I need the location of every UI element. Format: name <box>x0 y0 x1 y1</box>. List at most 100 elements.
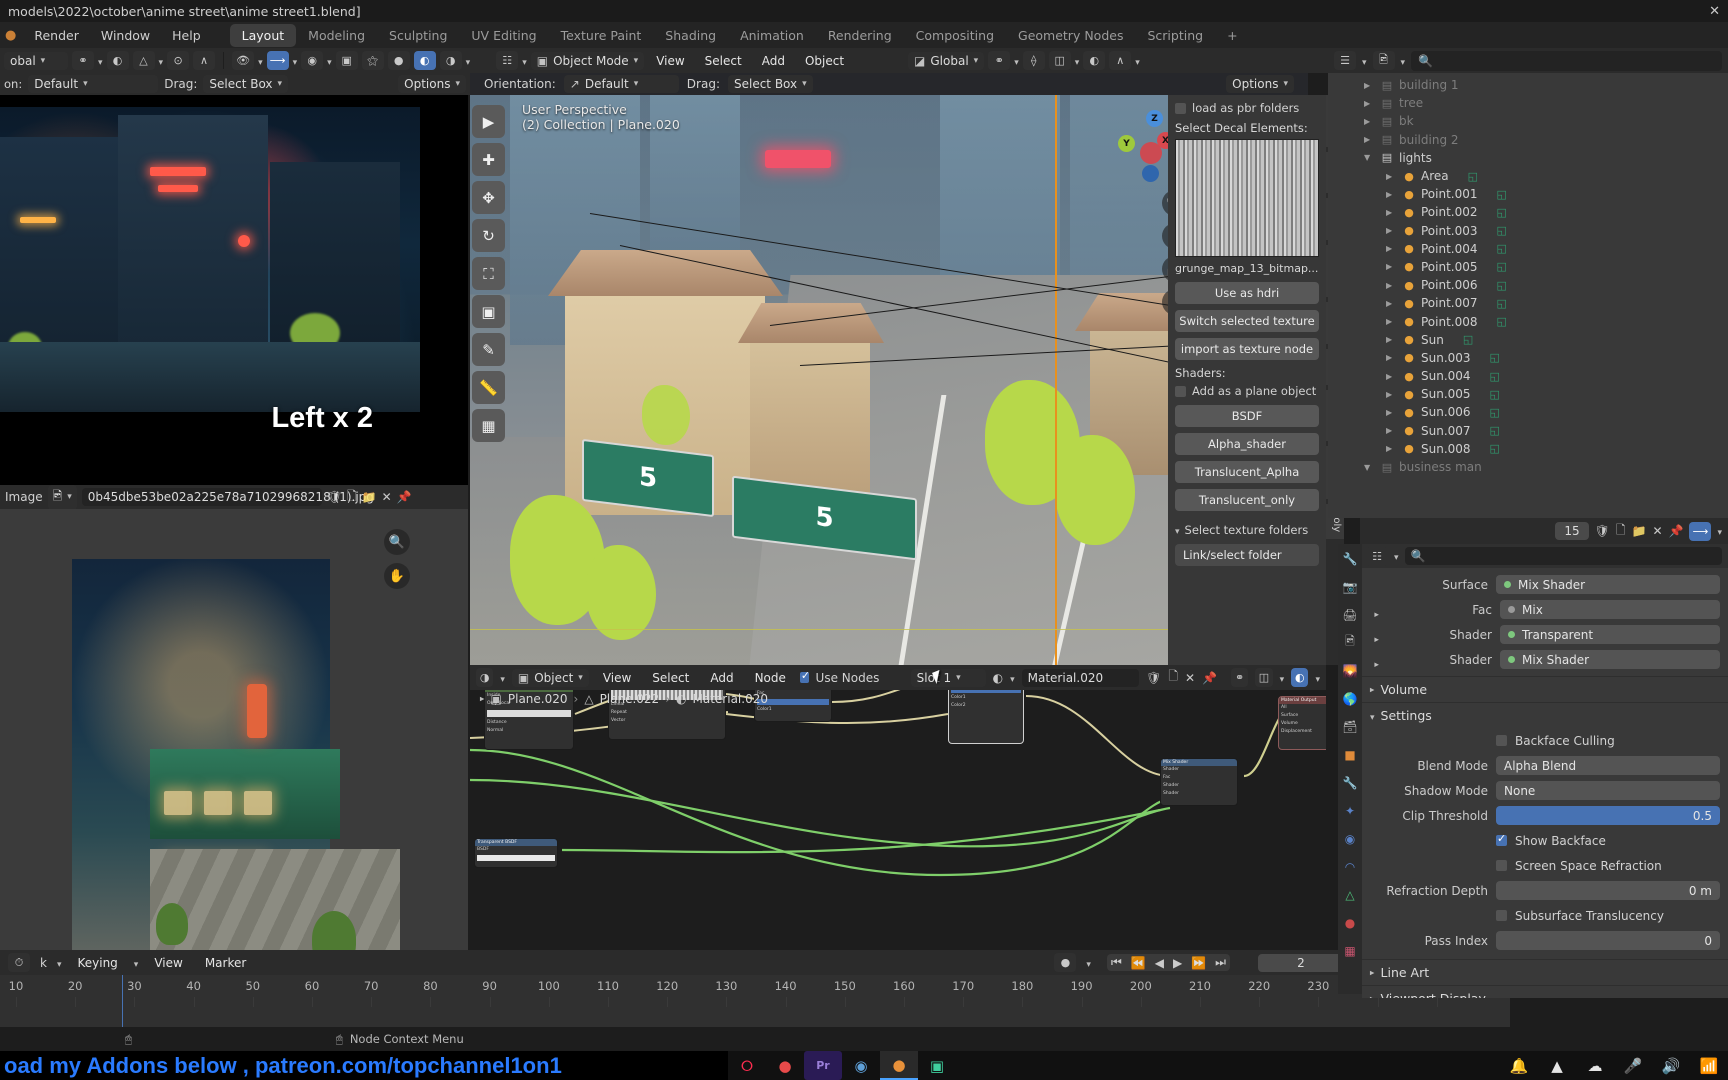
chevron-right-icon[interactable]: ▶ <box>1386 190 1397 199</box>
shader1-value[interactable]: Transparent <box>1500 625 1720 644</box>
timeline-ruler[interactable]: 10 20 30 40 50 60 70 80 90 100 110 120 130 140 150 160 1… <box>0 975 1510 1007</box>
transform-icon[interactable]: ▣ <box>472 295 505 328</box>
tab-tool-icon[interactable]: 🔧 <box>1342 550 1359 567</box>
tab-render-icon[interactable]: 📷 <box>1342 578 1359 595</box>
measure-icon[interactable]: 📏 <box>472 371 505 404</box>
properties-filter-icon[interactable]: ☷ <box>1366 546 1388 566</box>
material-users-count[interactable]: 15 <box>1555 522 1589 540</box>
node-shading-icon[interactable]: ◐ <box>1291 668 1309 687</box>
light-data-icon[interactable]: ◱ <box>1497 315 1507 328</box>
light-data-icon[interactable]: ◱ <box>1490 424 1500 437</box>
outliner-row[interactable]: ▶ ● Point.003 ◱ <box>1328 222 1728 240</box>
properties-tab-column[interactable]: 🔧 📷 🖨 🖻 🌄 🌎 🗃 ■ 🔧 ✦ ◉ ◠ △ ● ▦ <box>1338 544 1362 994</box>
overlay-chevron-icon[interactable] <box>327 54 332 68</box>
chevron-right-icon[interactable]: ▶ <box>1386 390 1397 399</box>
outliner-row[interactable]: ▶ ● Sun.007 ◱ <box>1328 422 1728 440</box>
show-backface-checkbox[interactable] <box>1496 832 1507 846</box>
image-browse-icon[interactable]: 🖻 <box>47 484 77 510</box>
import-as-texture-node-button[interactable]: import as texture node <box>1175 338 1319 360</box>
breadcrumb-mesh[interactable]: Plane.022 <box>600 692 660 706</box>
light-data-icon[interactable]: ◱ <box>1490 351 1500 364</box>
node-ao-color-swatch[interactable] <box>487 710 571 717</box>
outliner-row[interactable]: ▶ ● Point.001 ◱ <box>1328 185 1728 203</box>
chevron-right-icon[interactable]: ▶ <box>1386 317 1397 326</box>
shading-solid-icon[interactable]: ● <box>387 51 410 70</box>
shader1-expand-icon[interactable] <box>1372 628 1382 642</box>
outliner-row[interactable]: ▶ ● Sun.004 ◱ <box>1328 367 1728 385</box>
chevron-right-icon[interactable]: ▶ <box>1386 353 1397 362</box>
autokey-chevron-icon[interactable] <box>1086 956 1091 970</box>
chevron-right-icon[interactable]: ▶ <box>1386 408 1397 417</box>
workspace-tab-rendering[interactable]: Rendering <box>816 24 904 47</box>
decal-thumbnail[interactable] <box>1175 139 1319 257</box>
rotate-icon[interactable]: ↻ <box>472 219 505 252</box>
folder-icon[interactable]: 📁 <box>1632 524 1647 538</box>
orientation-dropdown[interactable]: ↗ Default <box>563 75 679 93</box>
viewport-snapmode-chevron-icon[interactable] <box>1075 54 1080 68</box>
close-x-icon[interactable]: ✕ <box>1185 671 1195 685</box>
light-data-icon[interactable]: ◱ <box>1490 388 1500 401</box>
app-s-icon[interactable]: ● <box>766 1051 804 1080</box>
line-art-section[interactable]: Line Art <box>1362 959 1728 985</box>
left-options-dropdown[interactable]: Options <box>398 75 466 93</box>
node-snap-icon[interactable]: ⚭ <box>1231 668 1249 687</box>
shading-material-icon[interactable]: ◐ <box>413 51 436 70</box>
outliner-editor-type-icon[interactable]: ☰ <box>1334 51 1356 70</box>
pass-index-value[interactable]: 0 <box>1496 931 1720 950</box>
gizmo-axis-z[interactable]: Z <box>1146 110 1163 127</box>
annotate-icon[interactable]: ✎ <box>472 333 505 366</box>
viewport-menu-object[interactable]: Object <box>797 52 852 70</box>
prev-keyframe-icon[interactable]: ⏪ <box>1131 956 1146 970</box>
workspace-tab-scripting[interactable]: Scripting <box>1135 24 1215 47</box>
shader-menu-node[interactable]: Node <box>748 669 793 687</box>
cursor-icon[interactable]: ✚ <box>472 143 505 176</box>
blend-mode-value[interactable]: Alpha Blend <box>1496 756 1720 775</box>
add-cube-icon[interactable]: ▦ <box>472 409 505 442</box>
viewport-menu-add[interactable]: Add <box>754 52 793 70</box>
window-close-icon[interactable]: ✕ <box>1709 4 1720 19</box>
render-preview-panel[interactable]: Left x 2 <box>0 95 468 485</box>
addon-side-panel[interactable]: load as pbr folders Select Decal Element… <box>1168 95 1326 665</box>
left-orientation-dropdown[interactable]: obal <box>4 51 68 70</box>
tab-collection-icon[interactable]: 🗃 <box>1342 718 1359 735</box>
premiere-icon[interactable]: Pr <box>804 1051 842 1080</box>
interaction-mode-dropdown[interactable]: ▣ Object Mode <box>530 51 645 70</box>
play-icon[interactable]: ▶ <box>1173 956 1182 970</box>
duplicate-icon[interactable]: 🗋 <box>1616 521 1626 542</box>
light-data-icon[interactable]: ◱ <box>1497 242 1507 255</box>
breadcrumb-expand-icon[interactable] <box>477 697 487 702</box>
jump-end-icon[interactable]: ⏭ <box>1215 955 1226 970</box>
timeline-menu-keying[interactable]: Keying <box>71 954 123 972</box>
xray-icon[interactable]: ▣ <box>335 51 358 70</box>
volume-icon[interactable]: 🔊 <box>1652 1051 1690 1080</box>
volume-expand-icon[interactable] <box>1367 687 1377 692</box>
keying-chevron-icon[interactable] <box>134 956 139 970</box>
tab-texture-icon[interactable]: ▦ <box>1342 942 1359 959</box>
jump-start-icon[interactable]: ⏮ <box>1111 955 1122 970</box>
outliner-row[interactable]: ▶ ● Sun.005 ◱ <box>1328 385 1728 403</box>
open-folder-icon[interactable]: 📁 <box>362 490 377 504</box>
image-zoom-icon[interactable]: 🔍 <box>384 529 410 555</box>
viewport-falloff-icon[interactable]: ∧ <box>1109 51 1132 70</box>
shader-menu-select[interactable]: Select <box>645 669 696 687</box>
light-data-icon[interactable]: ◱ <box>1468 170 1478 183</box>
play-reverse-icon[interactable]: ◀ <box>1155 956 1164 970</box>
chevron-right-icon[interactable]: ▶ <box>1364 135 1375 144</box>
timeline-editor-type-icon[interactable]: ⏱ <box>8 953 30 972</box>
light-data-icon[interactable]: ◱ <box>1497 224 1507 237</box>
outliner-row[interactable]: ▶ ● Sun.008 ◱ <box>1328 440 1728 458</box>
switch-selected-texture-button[interactable]: Switch selected texture <box>1175 310 1319 332</box>
chevron-right-icon[interactable]: ▶ <box>1386 244 1397 253</box>
gizmo-chevron-icon[interactable] <box>293 54 298 68</box>
left-drag-dropdown[interactable]: Select Box <box>203 75 289 93</box>
node-transp-color-swatch[interactable] <box>477 855 555 861</box>
tab-constraints-icon[interactable]: ◠ <box>1342 858 1359 875</box>
auto-keying-icon[interactable]: ● <box>1054 953 1077 972</box>
tab-material-icon[interactable]: ● <box>1342 914 1359 931</box>
breadcrumb-object[interactable]: Plane.020 <box>508 692 568 706</box>
chevron-right-icon[interactable]: ▶ <box>1364 81 1375 90</box>
node-shading-chevron-icon[interactable] <box>1315 671 1320 685</box>
outliner-row[interactable]: ▶ ▤ tree <box>1328 94 1728 112</box>
viewport-drag-dropdown[interactable]: Select Box <box>727 75 813 93</box>
duplicate-icon[interactable]: 🗋 <box>1168 667 1178 688</box>
